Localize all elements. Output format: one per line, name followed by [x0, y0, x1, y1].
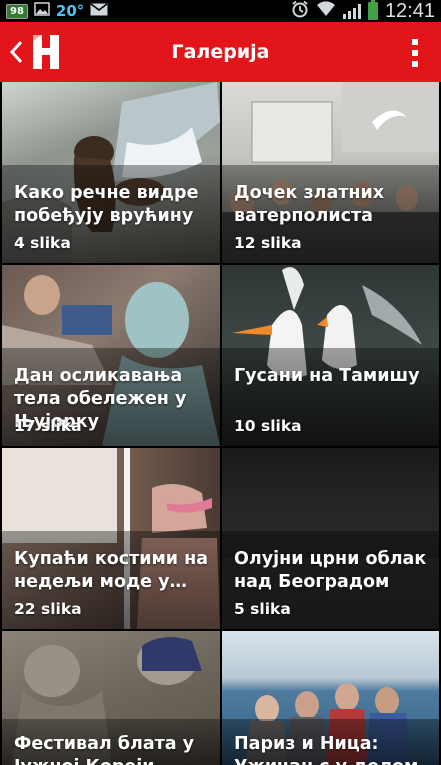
overflow-menu-button[interactable]: [411, 39, 419, 67]
photo-count: 17 slika: [14, 417, 82, 435]
gallery-tile[interactable]: Дочек златних ватерполиста 12 slika: [222, 82, 439, 263]
page-title: Галерија: [171, 41, 270, 63]
gallery-tile[interactable]: Дан осликавања тела обележен у Њујорку 1…: [2, 265, 220, 446]
gallery-title: Купаћи костими на недељи моде у…: [14, 549, 209, 592]
photo-count: 22 slika: [14, 600, 82, 618]
mail-icon: [90, 2, 108, 20]
photo-count: 5 slika: [234, 600, 291, 618]
back-button[interactable]: [2, 22, 30, 82]
gallery-title: Олујни црни облак над Београдом: [234, 549, 427, 592]
status-left: 98 20°: [6, 2, 108, 20]
gallery-title: Париз и Ница: Ужичан с у делом: [234, 734, 418, 765]
temperature-text: 20°: [55, 2, 85, 20]
gallery-title: Фестивал блата у Јужној Кореји: [14, 734, 195, 765]
status-bar: 98 20° 12:41: [0, 0, 441, 22]
alarm-icon: [291, 0, 309, 22]
status-right: 12:41: [291, 0, 435, 23]
image-icon: [34, 2, 50, 20]
wifi-icon: [316, 1, 336, 21]
gallery-tile[interactable]: Париз и Ница: Ужичан с у делом: [222, 631, 439, 765]
battery-icon: [367, 0, 378, 20]
brand-logo[interactable]: [30, 32, 62, 72]
gallery-tile[interactable]: Купаћи костими на недељи моде у… 22 slik…: [2, 448, 220, 629]
photo-count: 4 slika: [14, 234, 71, 252]
gallery-grid: Како речне видре побеђују врућину 4 slik…: [0, 82, 441, 765]
signal-strength-icon: [342, 3, 361, 19]
photo-count: 10 slika: [234, 417, 302, 435]
gallery-tile[interactable]: Како речне видре побеђују врућину 4 slik…: [2, 82, 220, 263]
gallery-tile[interactable]: Олујни црни облак над Београдом 5 slika: [222, 448, 439, 629]
app-bar: Галерија: [0, 22, 441, 82]
battery-percent-badge: 98: [6, 3, 28, 19]
clock-text: 12:41: [384, 0, 435, 22]
chevron-left-icon: [9, 40, 23, 64]
gallery-tile[interactable]: Фестивал блата у Јужној Кореји: [2, 631, 220, 765]
photo-count: 12 slika: [234, 234, 302, 252]
gallery-title: Дочек златних ватерполиста: [234, 183, 385, 226]
gallery-tile[interactable]: Гусани на Тамишу 10 slika: [222, 265, 439, 446]
gallery-title: Како речне видре побеђују врућину: [14, 183, 199, 226]
gallery-title: Гусани на Тамишу: [234, 366, 420, 386]
